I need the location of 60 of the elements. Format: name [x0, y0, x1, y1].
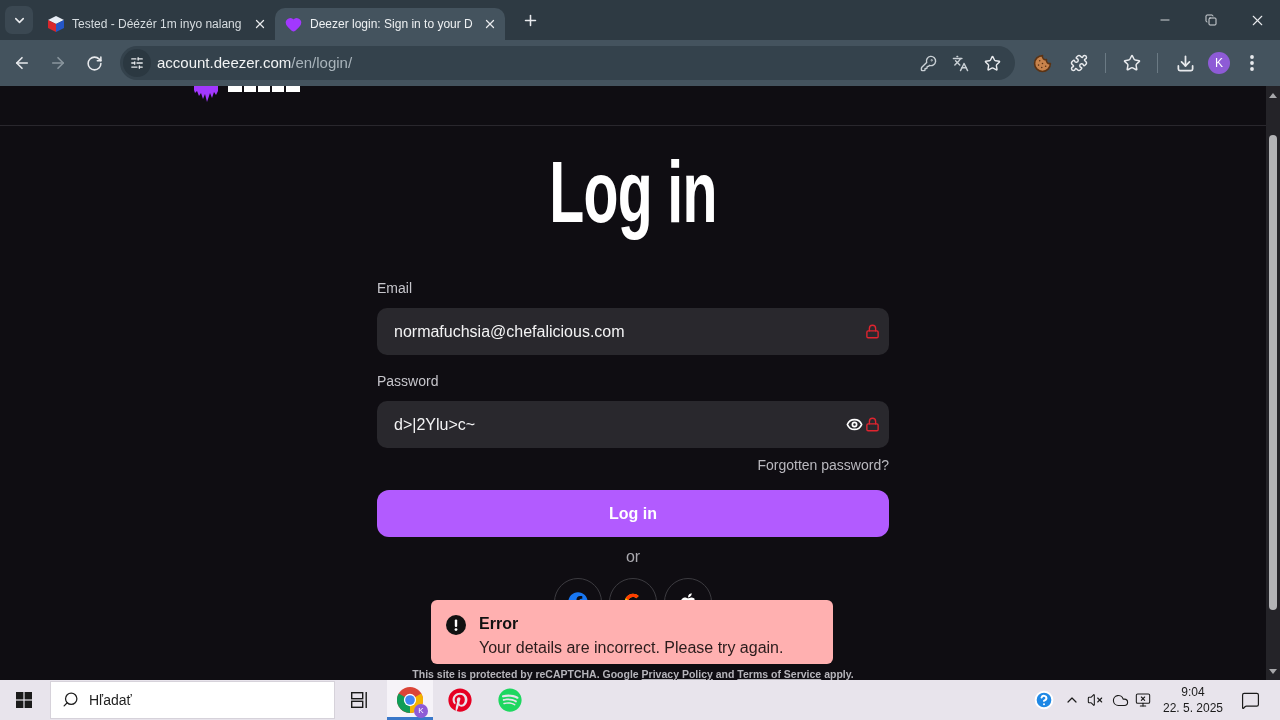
menu-icon — [1250, 55, 1254, 71]
logo[interactable] — [194, 86, 300, 102]
login-button[interactable]: Log in — [377, 490, 889, 537]
search-icon — [62, 691, 79, 708]
profile-avatar[interactable]: K — [1208, 52, 1230, 74]
policy-link[interactable]: Privacy Policy — [641, 668, 713, 680]
tab-title: Tested - Déézér 1m inyo nalang — [72, 16, 243, 33]
pinterest-icon — [448, 688, 472, 712]
eye-icon[interactable] — [846, 416, 863, 433]
forward-arrow-icon — [49, 54, 67, 72]
scrollbar-thumb[interactable] — [1269, 135, 1277, 610]
toast-title: Error — [479, 614, 519, 634]
scroll-down-icon[interactable] — [1269, 669, 1277, 674]
forgot-password-link[interactable]: Forgotten password? — [757, 457, 889, 474]
translate-icon — [951, 54, 969, 72]
tab-title: Deezer login: Sign in to your D — [310, 16, 474, 33]
divider-text: or — [625, 547, 641, 567]
close-icon[interactable] — [253, 17, 267, 31]
key-icon — [919, 54, 937, 72]
muted-speaker-icon[interactable] — [1087, 692, 1103, 708]
url-text[interactable]: account.deezer.com/en/login/ — [157, 51, 353, 75]
browser-tab[interactable]: Deezer login: Sign in to your D — [275, 8, 505, 40]
download-icon — [1175, 53, 1195, 73]
notification-icon[interactable] — [1241, 690, 1260, 710]
spotify-icon — [498, 688, 522, 712]
windows-logo-icon — [16, 692, 32, 708]
tune-icon — [130, 56, 144, 70]
restore-icon — [1205, 14, 1217, 26]
search-field[interactable]: Hľadať — [50, 681, 335, 719]
scrollbar[interactable] — [1266, 86, 1280, 680]
tab-search-button[interactable] — [5, 6, 33, 34]
lock-icon[interactable] — [865, 324, 880, 339]
site-info-button[interactable] — [123, 49, 151, 77]
toast-message: Your details are incorrect. Please try again. — [479, 638, 784, 658]
alert-icon — [446, 615, 466, 635]
puzzle-icon — [1070, 54, 1088, 72]
taskbar-app-button[interactable]: K — [387, 680, 433, 720]
scroll-up-icon[interactable] — [1269, 93, 1277, 98]
clock-date[interactable]: 22. 5. 2025 — [1162, 700, 1224, 716]
star-icon — [1123, 54, 1141, 72]
profile-badge: K — [414, 704, 428, 718]
star-icon — [983, 54, 1001, 72]
reload-icon — [85, 54, 103, 72]
address-bar[interactable]: account.deezer.com/en/login/ — [120, 46, 1015, 80]
cube-icon — [48, 16, 64, 32]
password-field[interactable]: d>|2Ylu>c~ — [377, 401, 889, 448]
field-label: Email — [377, 280, 412, 297]
clock-time[interactable]: 9:04 — [1181, 684, 1205, 700]
chrome-logo-icon — [397, 687, 423, 713]
field-label: Password — [377, 373, 439, 390]
monitor-x-icon[interactable] — [1135, 692, 1151, 708]
close-icon[interactable] — [483, 17, 497, 31]
heart-icon — [285, 15, 302, 33]
email-field[interactable]: normafuchsia@chefalicious.com — [377, 308, 889, 355]
browser-tab[interactable]: Tested - Déézér 1m inyo nalang — [38, 8, 275, 40]
recaptcha-notice: This site is protected by reCAPTCHA. Google Privacy Policy and Terms of Service apply. — [412, 667, 854, 681]
cookie-icon — [1032, 53, 1052, 73]
task-view-icon — [351, 692, 369, 708]
help-icon[interactable] — [1034, 690, 1054, 710]
policy-link[interactable]: Terms of Service — [737, 668, 822, 680]
